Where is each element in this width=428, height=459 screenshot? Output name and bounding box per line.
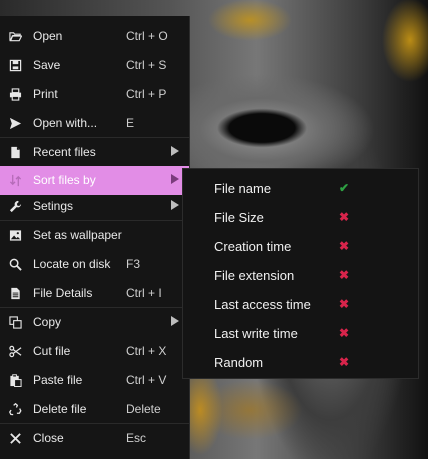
menu-item-label: Setings — [33, 199, 74, 213]
menu-item-label: Save — [33, 58, 61, 72]
sort-option-file-extension[interactable]: File extension ✖ — [183, 258, 418, 287]
menu-item-print[interactable]: Print Ctrl + P — [0, 80, 189, 108]
menu-item-shortcut: E — [126, 116, 135, 130]
menu-item-shortcut: Ctrl + O — [126, 29, 168, 43]
menu-item-shortcut: Ctrl + V — [126, 373, 167, 387]
cross-icon: ✖ — [339, 268, 350, 282]
scissors-icon — [8, 344, 22, 358]
menu-item-paste-file[interactable]: Paste file Ctrl + V — [0, 366, 189, 394]
menu-item-label: Paste file — [33, 373, 83, 387]
menu-item-recent-files[interactable]: Recent files — [0, 138, 189, 166]
menu-item-set-as-wallpaper[interactable]: Set as wallpaper — [0, 221, 189, 249]
menu-item-label: Delete file — [33, 402, 87, 416]
paste-icon — [8, 373, 22, 387]
menu-item-label: Set as wallpaper — [33, 228, 122, 242]
menu-item-cut-file[interactable]: Cut file Ctrl + X — [0, 337, 189, 365]
floppy-disk-icon — [8, 58, 22, 72]
cross-icon: ✖ — [339, 210, 350, 224]
menu-item-locate-on-disk[interactable]: Locate on disk F3 — [0, 250, 189, 278]
menu-item-label: Locate on disk — [33, 257, 111, 271]
menu-item-copy[interactable]: Copy — [0, 308, 189, 336]
copy-icon — [8, 315, 22, 329]
file-details-icon — [8, 286, 22, 300]
menu-item-shortcut: Esc — [126, 431, 147, 445]
sort-icon — [8, 173, 22, 187]
cross-icon: ✖ — [339, 239, 350, 253]
cross-icon: ✖ — [339, 297, 350, 311]
menu-item-shortcut: F3 — [126, 257, 141, 271]
context-menu: Open Ctrl + O Save Ctrl + S Print Ctrl +… — [0, 16, 190, 459]
sort-option-label: File name — [214, 181, 272, 196]
submenu-arrow-icon — [171, 200, 179, 210]
sort-option-file-name[interactable]: File name ✔ — [183, 171, 418, 200]
sort-option-last-access-time[interactable]: Last access time ✖ — [183, 287, 418, 316]
menu-item-label: Print — [33, 87, 58, 101]
menu-item-delete-file[interactable]: Delete file Delete — [0, 395, 189, 423]
cross-icon: ✖ — [339, 355, 350, 369]
close-x-icon — [8, 431, 22, 445]
sort-option-label: Creation time — [214, 239, 292, 254]
menu-item-file-details[interactable]: File Details Ctrl + I — [0, 279, 189, 307]
sort-option-label: Last access time — [214, 297, 311, 312]
sort-submenu: File name ✔ File Size ✖ Creation time ✖ … — [182, 168, 419, 379]
menu-item-label: Open — [33, 29, 63, 43]
menu-item-label: Cut file — [33, 344, 71, 358]
menu-item-label: Copy — [33, 315, 62, 329]
recycle-icon — [8, 402, 22, 416]
send-arrow-icon — [8, 116, 22, 130]
menu-item-label: Close — [33, 431, 64, 445]
menu-item-close[interactable]: Close Esc — [0, 424, 189, 452]
menu-item-sort-files-by[interactable]: Sort files by — [0, 166, 189, 195]
menu-item-label: File Details — [33, 286, 93, 300]
sort-option-last-write-time[interactable]: Last write time ✖ — [183, 316, 418, 345]
menu-item-label: Sort files by — [33, 173, 96, 187]
menu-item-shortcut: Ctrl + S — [126, 58, 167, 72]
magnifier-icon — [8, 257, 22, 271]
checkmark-icon: ✔ — [339, 181, 350, 195]
submenu-arrow-icon — [171, 316, 179, 326]
folder-open-icon — [8, 29, 22, 43]
sort-option-label: Random — [214, 355, 264, 370]
sort-option-random[interactable]: Random ✖ — [183, 345, 418, 374]
document-icon — [8, 145, 22, 159]
menu-item-save[interactable]: Save Ctrl + S — [0, 51, 189, 79]
menu-item-label: Recent files — [33, 145, 96, 159]
wrench-icon — [8, 199, 22, 213]
menu-item-open-with[interactable]: Open with... E — [0, 109, 189, 137]
image-icon — [8, 228, 22, 242]
menu-item-shortcut: Ctrl + X — [126, 344, 167, 358]
printer-icon — [8, 87, 22, 101]
menu-item-label: Open with... — [33, 116, 98, 130]
menu-item-settings[interactable]: Setings — [0, 192, 189, 220]
sort-option-file-size[interactable]: File Size ✖ — [183, 200, 418, 229]
submenu-arrow-icon — [171, 146, 179, 156]
menu-item-open[interactable]: Open Ctrl + O — [0, 22, 189, 50]
sort-option-label: File Size — [214, 210, 264, 225]
menu-item-shortcut: Delete — [126, 402, 161, 416]
menu-item-shortcut: Ctrl + P — [126, 87, 167, 101]
sort-option-label: Last write time — [214, 326, 298, 341]
cross-icon: ✖ — [339, 326, 350, 340]
menu-item-shortcut: Ctrl + I — [126, 286, 162, 300]
submenu-arrow-icon — [171, 174, 179, 184]
sort-option-label: File extension — [214, 268, 295, 283]
sort-option-creation-time[interactable]: Creation time ✖ — [183, 229, 418, 258]
